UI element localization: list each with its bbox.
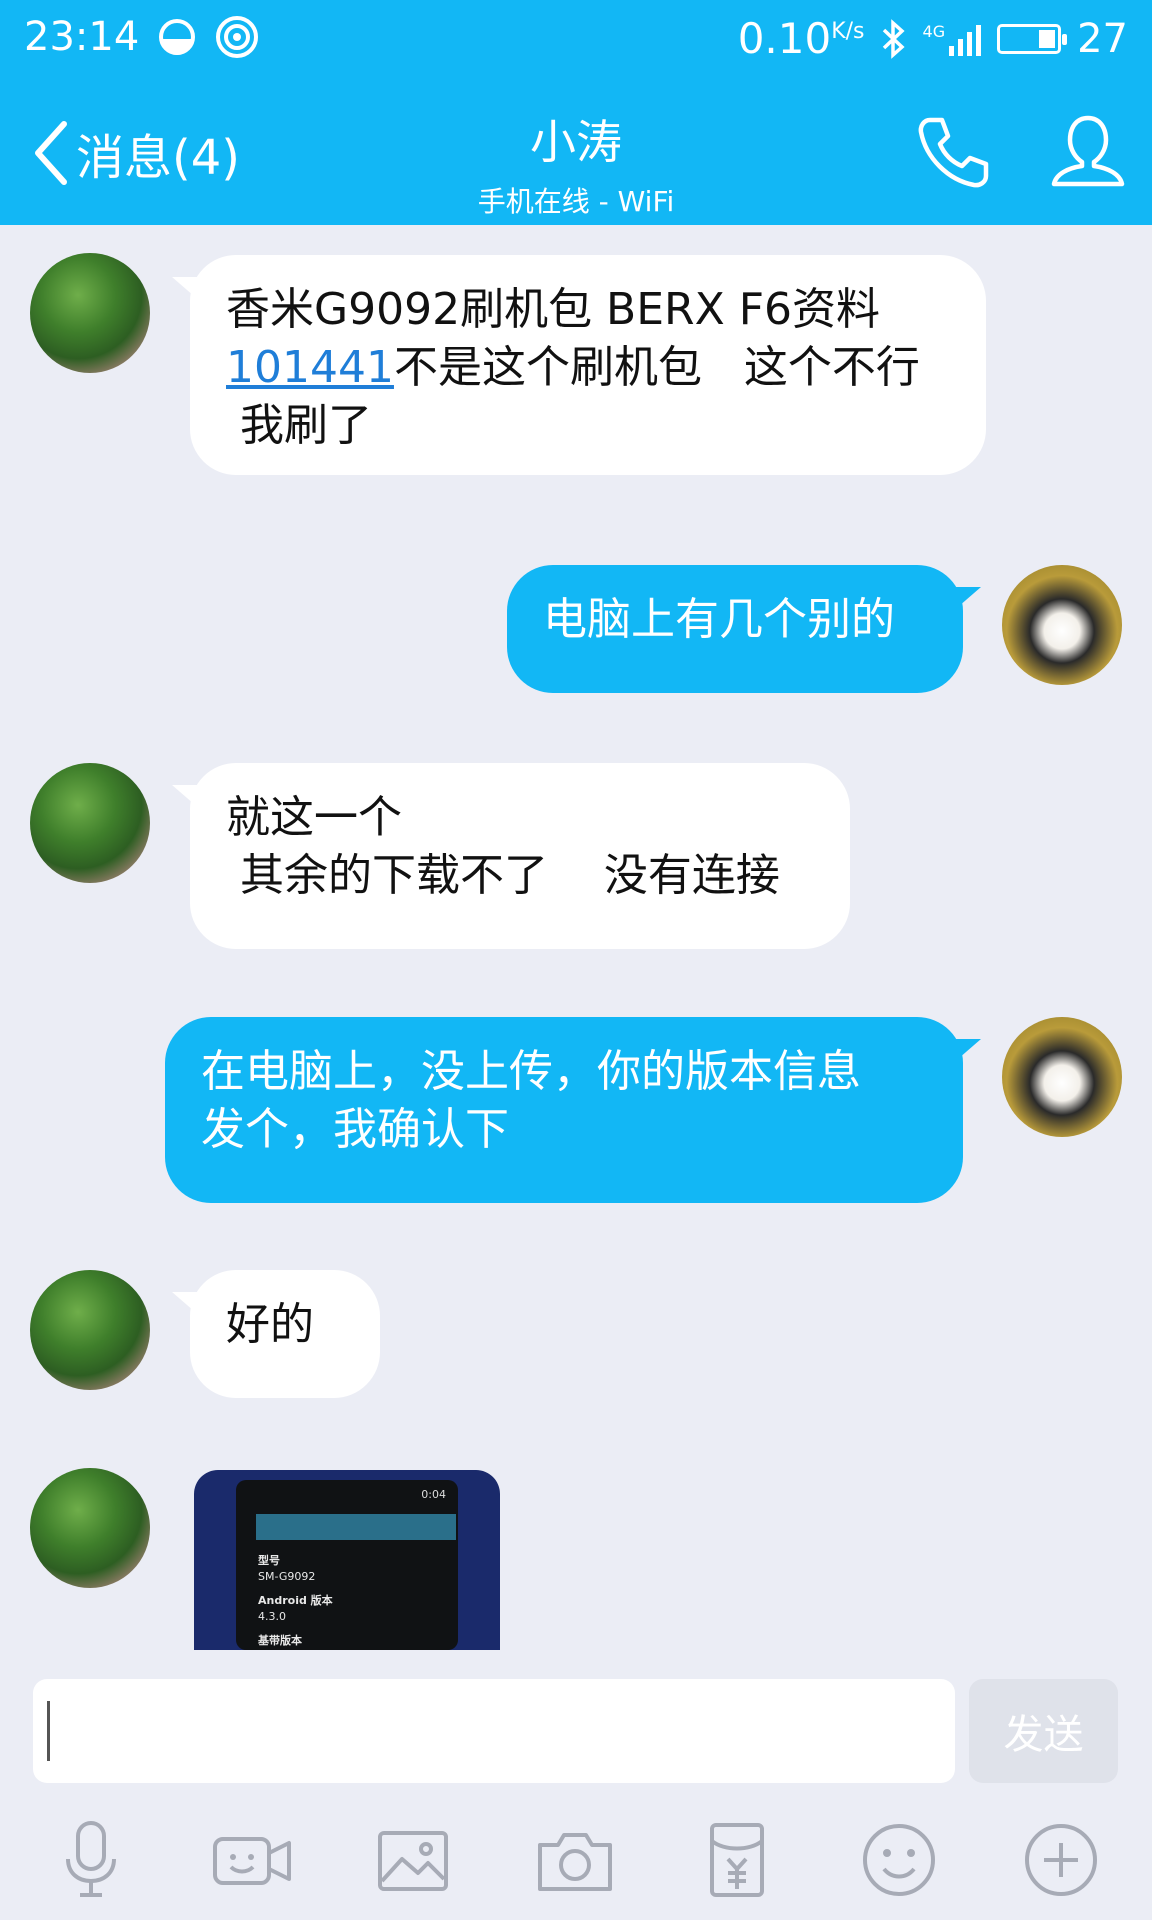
message-list[interactable]: 香米G9092刷机包 BERX F6资料 101441不是这个刷机包 这个不行 … [0, 225, 1152, 1655]
gallery-button[interactable] [368, 1815, 458, 1905]
more-button[interactable] [1016, 1815, 1106, 1905]
incoming-message[interactable]: 就这一个 其余的下载不了 没有连接 [172, 763, 850, 949]
image-thumbnail: 0:04 型号 SM-G9092 Android 版本 4.3.0 基带版本 [236, 1480, 458, 1650]
person-icon [1051, 115, 1125, 187]
message-input[interactable] [33, 1679, 955, 1783]
message-link[interactable]: 101441 [226, 342, 394, 393]
my-avatar[interactable] [1002, 565, 1122, 685]
call-button[interactable] [912, 112, 992, 192]
message-text: 香米G9092刷机包 BERX F6资料 [226, 284, 881, 335]
data-saver-icon [159, 19, 196, 55]
message-text: 在电脑上，没上传，你的版本信息 [201, 1046, 861, 1097]
message-text: 不是这个刷机包 这个不行 [393, 342, 920, 393]
clock: 23:14 [24, 14, 140, 60]
image-icon [378, 1831, 448, 1891]
incoming-message[interactable]: 好的 [172, 1270, 380, 1398]
microphone-icon [66, 1821, 116, 1897]
message-text: 就这一个 [226, 792, 402, 843]
phone-icon [918, 117, 989, 188]
emoji-icon [863, 1824, 935, 1896]
network-speed: 0.10K/s [737, 14, 865, 63]
input-toolbar [0, 1815, 1152, 1915]
send-button[interactable]: 发送 [969, 1679, 1118, 1783]
image-message[interactable]: 0:04 型号 SM-G9092 Android 版本 4.3.0 基带版本 [194, 1470, 500, 1650]
cellular-signal: 4G [923, 22, 982, 56]
my-avatar[interactable] [1002, 1017, 1122, 1137]
app-header: 23:14 0.10K/s 4G 27 消息(4) 小涛 手机在线 - WiFi [0, 0, 1152, 225]
message-text: 发个，我确认下 [201, 1104, 509, 1155]
message-text: 好的 [226, 1299, 314, 1350]
outgoing-message[interactable]: 在电脑上，没上传，你的版本信息 发个，我确认下 [165, 1017, 981, 1203]
incoming-message[interactable]: 香米G9092刷机包 BERX F6资料 101441不是这个刷机包 这个不行 … [172, 255, 986, 475]
camera-button[interactable] [530, 1815, 620, 1905]
plus-icon [1025, 1824, 1097, 1896]
status-bar: 23:14 0.10K/s 4G 27 [0, 0, 1152, 80]
camera-icon [538, 1833, 612, 1891]
bluetooth-icon [882, 18, 905, 59]
composer: 发送 [0, 1655, 1152, 1920]
red-packet-icon [710, 1823, 764, 1897]
contact-avatar[interactable] [30, 1468, 150, 1588]
outgoing-message[interactable]: 电脑上有几个别的 [507, 565, 981, 693]
video-call-icon [213, 1837, 291, 1885]
hotspot-icon [216, 16, 259, 58]
emoji-button[interactable] [854, 1815, 944, 1905]
contact-avatar[interactable] [30, 763, 150, 883]
message-text: 电脑上有几个别的 [543, 594, 895, 645]
voice-button[interactable] [46, 1815, 136, 1905]
battery-percent: 27 [1077, 15, 1128, 62]
message-text: 其余的下载不了 没有连接 [226, 850, 780, 901]
contact-avatar[interactable] [30, 253, 150, 373]
contact-avatar[interactable] [30, 1270, 150, 1390]
profile-button[interactable] [1048, 112, 1128, 192]
text-caret [47, 1701, 50, 1761]
nav-bar: 消息(4) 小涛 手机在线 - WiFi [0, 100, 1152, 218]
message-text: 我刷了 [226, 400, 372, 451]
signal-bars-icon [949, 22, 982, 56]
red-packet-button[interactable] [692, 1815, 782, 1905]
video-button[interactable] [207, 1815, 297, 1905]
battery-icon [997, 23, 1068, 54]
